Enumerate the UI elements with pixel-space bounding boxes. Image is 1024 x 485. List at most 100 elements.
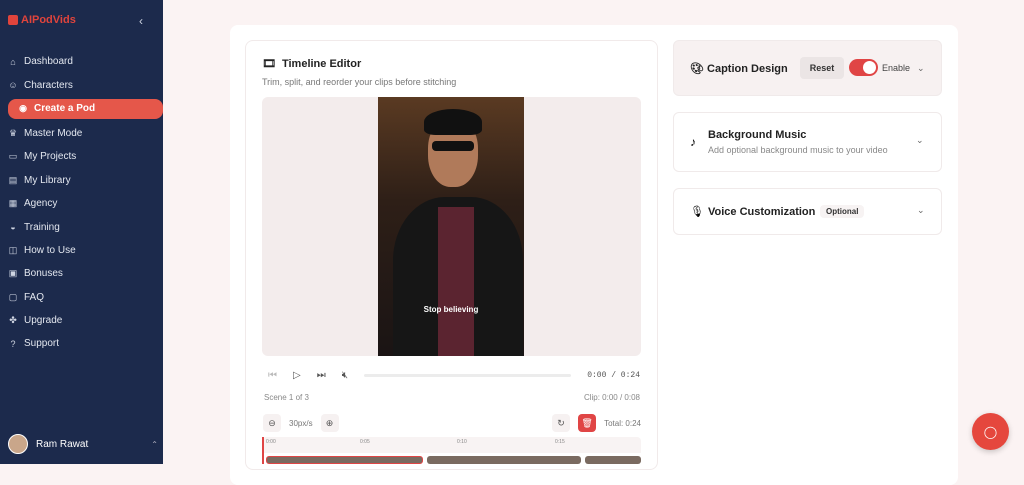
sidebar-item-label: Support <box>24 338 60 350</box>
sidebar-item-label: Upgrade <box>24 315 63 327</box>
timeline-subtitle: Trim, split, and reorder your clips befo… <box>262 77 457 87</box>
sidebar-item-label: My Library <box>24 174 71 186</box>
timeline-clip[interactable] <box>266 456 423 464</box>
avatar <box>8 434 28 454</box>
sidebar-item-label: Create a Pod <box>34 103 96 115</box>
help-circle-icon: ? <box>10 338 16 349</box>
sidebar-item-master-mode[interactable]: ♛ Master Mode <box>0 122 163 145</box>
collapse-sidebar-icon[interactable]: ‹ <box>139 14 143 28</box>
sidebar-item-training[interactable]: ◒ Training <box>0 215 163 238</box>
zoom-level: 30px/s <box>289 418 313 428</box>
library-icon: ▤ <box>8 174 18 185</box>
enable-label: Enable <box>882 63 911 73</box>
timeline-toolbar: ⊖ 30px/s ⊕ ↻ 🗑︎ Total: 0:24 <box>263 413 641 433</box>
zoom-out-button[interactable]: ⊖ <box>263 414 281 432</box>
video-person-glasses <box>432 141 474 151</box>
seek-bar[interactable] <box>364 373 572 377</box>
logo[interactable]: AIPodVids <box>8 14 76 26</box>
chat-button[interactable]: ◯ <box>972 413 1009 450</box>
zoom-in-button[interactable]: ⊕ <box>320 414 339 432</box>
undo-button[interactable]: ↻ <box>552 414 571 432</box>
sidebar-item-characters[interactable]: ☺ Characters <box>0 73 163 96</box>
sidebar-item-label: Training <box>24 221 60 233</box>
sidebar-item-agency[interactable]: ▦ Agency <box>0 192 163 215</box>
sidebar-item-my-projects[interactable]: ▭ My Projects <box>0 145 163 168</box>
chevron-down-icon[interactable]: ⌄ <box>917 205 925 216</box>
film-icon: 🎞 <box>262 58 276 70</box>
scene-indicator: Scene 1 of 3 <box>264 393 309 402</box>
caption-design-title: 🎨︎ Caption Design <box>690 62 788 75</box>
sidebar-item-upgrade[interactable]: ✤ Upgrade <box>0 309 163 332</box>
sparkles-icon: ✤ <box>9 315 17 326</box>
caption-enable-toggle[interactable] <box>849 59 878 76</box>
delete-button[interactable]: 🗑︎ <box>578 414 597 432</box>
ruler-tick: 0:05 <box>360 439 370 445</box>
skip-forward-icon[interactable]: ⏭ <box>317 370 326 381</box>
sidebar-item-label: Agency <box>24 198 58 210</box>
sidebar-item-label: FAQ <box>24 291 45 303</box>
sidebar-nav: ⌂ Dashboard ☺ Characters ◉ Create a Pod ♛ Ma… <box>0 50 163 356</box>
playhead[interactable] <box>262 437 264 464</box>
crown-icon: ♛ <box>8 127 18 138</box>
user-circle-icon: ☺ <box>8 80 18 91</box>
ruler-tick: 0:00 <box>266 439 276 445</box>
chat-icon: ◯ <box>983 424 998 439</box>
clip-time: Clip: 0:00 / 0:08 <box>583 393 640 402</box>
sidebar-item-bonuses[interactable]: ▣ Bonuses <box>0 262 163 285</box>
voice-customization-title: Voice Customization <box>708 206 816 218</box>
timeline-clip[interactable] <box>427 456 581 464</box>
music-note-icon: ♪ <box>690 135 696 149</box>
chevron-up-icon: ⌃ <box>151 439 158 449</box>
ruler-tick: 0:10 <box>457 439 467 445</box>
palette-icon: 🎨︎ <box>690 63 704 75</box>
chevron-down-icon[interactable]: ⌄ <box>917 63 925 74</box>
message-square-icon: ▢ <box>8 291 18 302</box>
video-caption: Stop believing <box>423 305 479 314</box>
ruler-tick: 0:15 <box>555 439 565 445</box>
book-icon: ◫ <box>8 244 18 255</box>
video-person-shirt <box>438 207 474 356</box>
video-frame: Stop believing <box>378 97 524 356</box>
sidebar-item-create-a-pod[interactable]: ◉ Create a Pod <box>8 98 163 119</box>
user-name: Ram Rawat <box>36 438 89 450</box>
sidebar-item-support[interactable]: ? Support <box>0 332 163 355</box>
sidebar-item-how-to-use[interactable]: ◫ How to Use <box>0 239 163 262</box>
total-duration: Total: 0:24 <box>604 418 641 428</box>
building-icon: ▦ <box>8 198 18 209</box>
reset-button[interactable]: Reset <box>800 57 844 79</box>
sidebar-item-label: Bonuses <box>24 268 63 280</box>
sidebar-item-my-library[interactable]: ▤ My Library <box>0 169 163 192</box>
microphone-icon: 🎙︎ <box>690 206 704 218</box>
sidebar: AIPodVids ‹ ⌂ Dashboard ☺ Characters ◉ Crea… <box>0 0 163 464</box>
timeline-title-text: Timeline Editor <box>281 57 362 70</box>
timeline-ruler[interactable]: 0:00 0:05 0:10 0:15 <box>262 437 641 453</box>
timeline-title: 🎞 Timeline Editor <box>262 57 362 71</box>
folder-icon: ▭ <box>8 151 18 162</box>
timeline-clip[interactable] <box>585 456 641 464</box>
play-icon[interactable]: ▷ <box>293 370 301 381</box>
sidebar-item-dashboard[interactable]: ⌂ Dashboard <box>0 50 163 73</box>
player-controls: ⏮ ▷ ⏭ 🔇︎ 0:00 / 0:24 <box>268 368 640 382</box>
sidebar-item-label: My Projects <box>24 151 77 163</box>
podcast-icon: ◉ <box>19 103 27 114</box>
skip-back-icon[interactable]: ⏮ <box>268 370 277 381</box>
sidebar-item-label: Dashboard <box>24 56 73 68</box>
mute-icon[interactable]: 🔇︎ <box>342 370 348 381</box>
sidebar-item-label: Characters <box>24 79 73 91</box>
caption-design-title-text: Caption Design <box>707 63 788 75</box>
logo-icon <box>8 15 18 25</box>
background-music-card[interactable]: ♪ Background Music Add optional backgrou… <box>673 112 942 172</box>
sidebar-item-label: Master Mode <box>24 127 83 139</box>
sidebar-item-faq[interactable]: ▢ FAQ <box>0 286 163 309</box>
video-person-hair <box>424 109 482 135</box>
background-music-title: Background Music <box>708 129 807 141</box>
gift-icon: ▣ <box>8 268 18 279</box>
graduation-cap-icon: ◒ <box>10 222 16 233</box>
toggle-knob <box>863 61 876 74</box>
caption-design-card[interactable]: 🎨︎ Caption Design Reset Enable ⌄ <box>673 40 942 96</box>
background-music-subtitle: Add optional background music to your vi… <box>708 145 888 155</box>
chevron-down-icon[interactable]: ⌄ <box>916 135 924 146</box>
time-readout: 0:00 / 0:24 <box>587 370 640 380</box>
user-menu[interactable]: Ram Rawat ⌃ <box>8 434 158 454</box>
voice-customization-card[interactable]: 🎙︎ Voice Customization Optional ⌄ <box>673 188 942 235</box>
